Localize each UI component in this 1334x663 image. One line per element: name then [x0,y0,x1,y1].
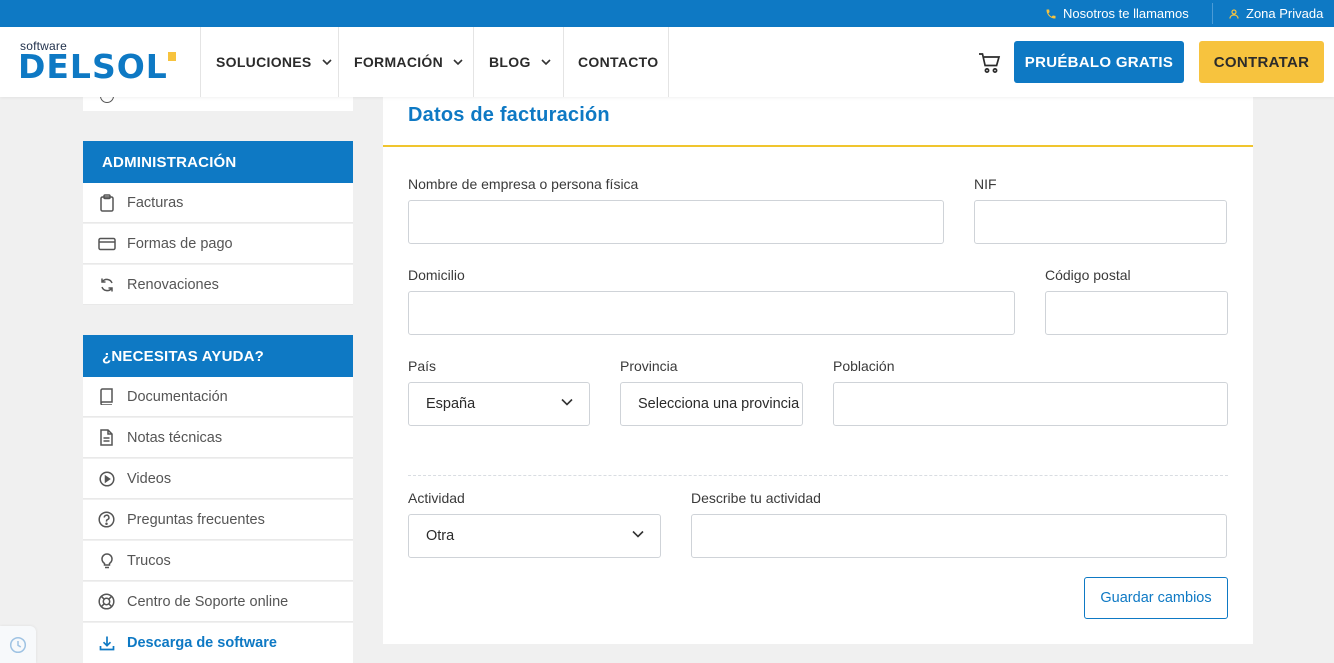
clipboard-icon [83,193,127,212]
activity-description-label: Describe tu actividad [691,490,821,506]
nav-divider [338,27,339,97]
sidebar-item-documentacion[interactable]: Documentación [83,377,353,417]
refresh-icon [83,277,127,293]
sidebar-item-trucos[interactable]: Trucos [83,541,353,581]
nif-label: NIF [974,176,997,192]
document-icon [83,429,127,446]
chevron-down-icon [453,58,463,65]
chevron-down-icon [322,58,332,65]
play-icon [83,470,127,487]
call-us-link[interactable]: Nosotros te llamamos [1045,0,1189,27]
sidebar-item-label: Descarga de software [127,635,277,651]
panel-title: Datos de facturación [408,104,610,126]
nav-item-contacto[interactable]: CONTACTO [578,27,658,97]
history-widget[interactable] [0,626,36,663]
country-select-value: España [426,396,476,412]
try-free-button[interactable]: PRUÉBALO GRATIS [1014,41,1184,83]
chevron-down-icon [561,398,573,406]
nav-item-blog[interactable]: BLOG [489,27,551,97]
nav-divider [473,27,474,97]
nav-divider [668,27,669,97]
company-input[interactable] [408,200,944,244]
province-select[interactable]: Selecciona una provincia [620,382,803,426]
nav-divider [563,27,564,97]
nav-item-label: SOLUCIONES [216,54,312,70]
sidebar-item-descarga-software[interactable]: Descarga de software [83,623,353,663]
sidebar-item-label: Documentación [127,388,228,405]
sidebar-item-label: Notas técnicas [127,429,223,446]
nav-item-formacion[interactable]: FORMACIÓN [354,27,463,97]
contract-button[interactable]: CONTRATAR [1199,41,1324,83]
cart-icon[interactable] [978,52,1002,74]
country-label: País [408,358,437,374]
private-zone-link[interactable]: Zona Privada [1228,0,1323,27]
lightbulb-icon [83,552,127,569]
province-label: Provincia [620,358,678,374]
sidebar-item-label: Formas de pago [127,235,233,252]
question-icon [83,511,127,528]
private-zone-label: Zona Privada [1246,6,1324,21]
country-select[interactable]: España [408,382,590,426]
activity-label: Actividad [408,490,465,506]
logo-big-text: DELSOL [18,47,168,86]
postal-code-input[interactable] [1045,291,1228,335]
sidebar-item-notas-tecnicas[interactable]: Notas técnicas [83,418,353,458]
user-icon [1228,8,1240,20]
sidebar-item-centro-soporte[interactable]: Centro de Soporte online [83,582,353,622]
clock-icon [9,636,27,653]
city-label: Población [833,358,895,374]
book-icon [83,388,127,405]
sidebar-item-formas-de-pago[interactable]: Formas de pago [83,224,353,264]
company-label: Nombre de empresa o persona física [408,176,639,192]
city-input[interactable] [833,382,1228,426]
sidebar-item-facturas[interactable]: Facturas [83,183,353,223]
nav-item-label: BLOG [489,54,531,70]
nav-item-label: CONTACTO [578,54,659,70]
sidebar-item-preguntas-frecuentes[interactable]: Preguntas frecuentes [83,500,353,540]
call-us-label: Nosotros te llamamos [1063,6,1189,21]
main-navbar: software DELSOL SOLUCIONES FORMACIÓN BLO… [0,27,1334,97]
sidebar-item-renovaciones[interactable]: Renovaciones [83,265,353,305]
nav-item-label: FORMACIÓN [354,54,444,70]
top-bar-divider [1212,3,1213,24]
chevron-down-icon [541,58,551,65]
download-icon [83,635,127,651]
lifebuoy-icon [83,593,127,610]
logo-accent-square [168,52,176,61]
postal-code-label: Código postal [1045,267,1131,283]
sidebar-item-label: Videos [127,470,172,487]
top-bar: Nosotros te llamamos Zona Privada [0,0,1334,27]
sidebar-item-label: Trucos [127,552,171,569]
credit-card-icon [83,237,127,251]
sidebar-item-videos[interactable]: Videos [83,459,353,499]
delsol-logo[interactable]: software DELSOL [18,39,183,89]
sidebar-heading-admin: ADMINISTRACIÓN [83,141,353,183]
sidebar-item-label: Facturas [127,194,184,211]
nav-item-soluciones[interactable]: SOLUCIONES [216,27,332,97]
province-select-value: Selecciona una provincia [638,396,800,412]
address-input[interactable] [408,291,1015,335]
chevron-down-icon [632,530,644,538]
phone-icon [1045,8,1057,20]
section-divider [408,475,1228,476]
sidebar-item-label: Renovaciones [127,276,219,293]
sidebar-heading-help: ¿NECESITAS AYUDA? [83,335,353,377]
nav-divider [200,27,201,97]
activity-select-value: Otra [426,528,455,544]
address-label: Domicilio [408,267,465,283]
sidebar-item-label: Preguntas frecuentes [127,511,265,528]
save-changes-button[interactable]: Guardar cambios [1084,577,1228,619]
sidebar-previous-item [83,89,353,111]
activity-description-input[interactable] [691,514,1227,558]
title-divider [383,145,1253,147]
billing-panel: Datos de facturación Nombre de empresa o… [383,97,1253,644]
activity-select[interactable]: Otra [408,514,661,558]
nif-input[interactable] [974,200,1227,244]
sidebar-item-label: Centro de Soporte online [127,593,289,610]
